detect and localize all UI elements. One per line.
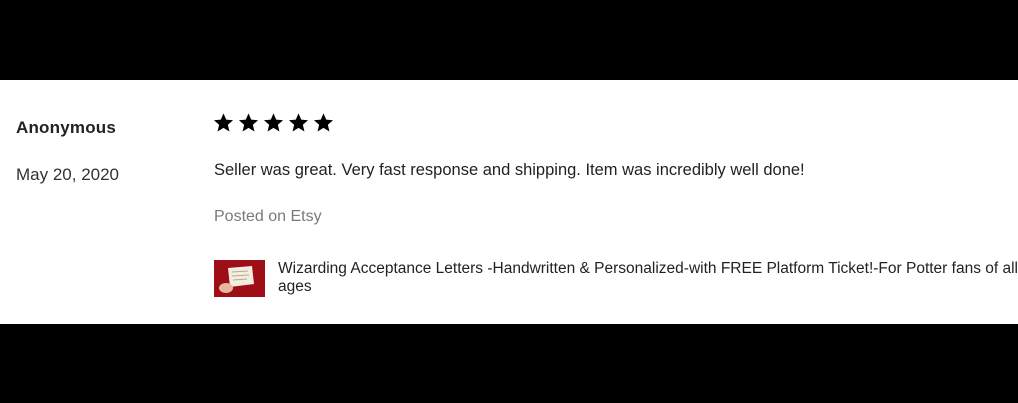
star-icon bbox=[313, 113, 334, 132]
review-card: Anonymous May 20, 2020 Seller was great.… bbox=[0, 80, 1018, 324]
reviewer-name: Anonymous bbox=[16, 118, 117, 137]
star-icon bbox=[263, 113, 284, 132]
star-icon bbox=[213, 113, 234, 132]
review-date: May 20, 2020 bbox=[16, 165, 120, 184]
review-text: Seller was great. Very fast response and… bbox=[214, 161, 805, 179]
listing-link[interactable]: Wizarding Acceptance Letters -Handwritte… bbox=[214, 260, 1018, 297]
star-icon bbox=[288, 113, 309, 132]
review-source: Posted on Etsy bbox=[214, 208, 322, 225]
star-icon bbox=[238, 113, 259, 132]
star-rating bbox=[213, 112, 334, 133]
listing-thumbnail-image[interactable] bbox=[214, 260, 265, 297]
listing-title[interactable]: Wizarding Acceptance Letters -Handwritte… bbox=[278, 260, 1018, 296]
screenshot-frame: Anonymous May 20, 2020 Seller was great.… bbox=[0, 0, 1018, 403]
